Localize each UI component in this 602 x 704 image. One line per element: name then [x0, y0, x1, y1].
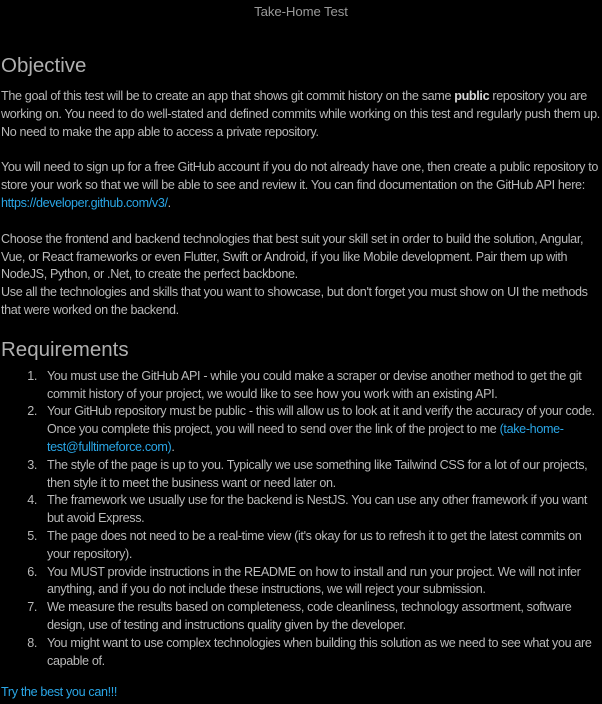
list-item-text: You must use the GitHub API - while you …: [47, 368, 582, 401]
objective-heading: Objective: [1, 54, 87, 77]
list-item-number: 1.: [27, 368, 37, 383]
list-item-number: 5.: [27, 528, 37, 543]
list-item-number: 7.: [27, 600, 37, 615]
list-item-text: The style of the page is up to you. Typi…: [47, 457, 588, 490]
requirements-list: 1. You must use the GitHub API - while yo…: [1, 368, 601, 671]
list-item-number: 8.: [27, 635, 37, 650]
document-body: Objective The goal of this test will be …: [1, 54, 601, 702]
list-item-text: You might want to use complex technologi…: [47, 635, 592, 668]
list-item-number: 2.: [27, 404, 37, 419]
list-item-text: We measure the results based on complete…: [47, 600, 572, 632]
objective-paragraph-2: You will need to sign up for a free GitH…: [1, 159, 601, 212]
objective-paragraph-1: The goal of this test will be to create …: [1, 88, 601, 141]
github-api-link[interactable]: https://developer.github.com/v3/: [1, 196, 168, 210]
list-item: 8. You might want to use complex technolo…: [1, 635, 601, 671]
objective-paragraph-3: Choose the frontend and backend technolo…: [1, 231, 584, 282]
list-item-number: 3.: [27, 457, 37, 472]
list-item: 3. The style of the page is up to you. Ty…: [1, 457, 601, 493]
objective-paragraph-4: Use all the technologies and skills that…: [1, 285, 588, 317]
objective-p2-text: You will need to sign up for a free GitH…: [1, 160, 599, 193]
list-item-number: 6.: [27, 564, 37, 579]
list-item-text: The page does not need to be a real-time…: [47, 528, 582, 561]
list-item: 7. We measure the results based on comple…: [1, 599, 601, 635]
list-item-number: 4.: [27, 493, 37, 508]
objective-p1-text: The goal of this test will be to create …: [1, 89, 455, 103]
window-title: Take-Home Test: [254, 4, 348, 19]
list-item: 1. You must use the GitHub API - while yo…: [1, 368, 601, 404]
list-item: 2. Your GitHub repository must be public …: [1, 403, 601, 456]
public-emphasis: public: [454, 89, 490, 103]
objective-p2-text-end: .: [167, 195, 172, 210]
list-item-text: You MUST provide instructions in the REA…: [47, 564, 581, 597]
closing-link[interactable]: Try the best you can!!!: [1, 685, 117, 699]
list-item: 5. The page does not need to be a real-ti…: [1, 528, 601, 564]
list-item: 4. The framework we usually use for the b…: [1, 492, 601, 528]
list-item-text: The framework we usually use for the bac…: [47, 493, 588, 526]
requirements-heading: Requirements: [1, 337, 129, 361]
list-item: 6. You MUST provide instructions in the R…: [1, 564, 601, 600]
list-item-text-end: .: [171, 439, 175, 454]
